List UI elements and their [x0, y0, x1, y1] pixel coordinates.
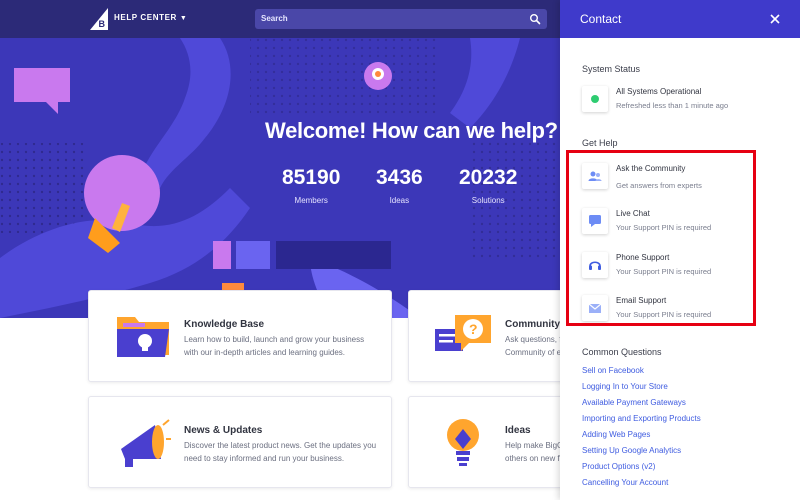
panel-title: Contact: [580, 12, 622, 26]
status-title: All Systems Operational: [616, 87, 702, 96]
system-status-heading: System Status: [582, 64, 641, 74]
stat-value: 85190: [282, 166, 341, 189]
highlight-box: [566, 150, 756, 326]
card-title: News & Updates: [184, 425, 263, 436]
help-center-label: HELP CENTER: [114, 13, 177, 22]
svg-text:?: ?: [469, 321, 478, 337]
card-desc-line: Learn how to build, launch and grow your…: [184, 335, 365, 344]
card-desc-line: Discover the latest product news. Get th…: [184, 441, 377, 450]
card-description: Learn how to build, launch and grow your…: [184, 333, 384, 359]
card-desc-line: Ask questions, fi: [505, 335, 564, 344]
stat-label: Members: [294, 196, 328, 205]
card-description: Ask questions, fi Community of ex: [505, 333, 565, 359]
card-title: Community: [505, 319, 560, 330]
bigcommerce-logo-icon[interactable]: B: [90, 8, 108, 30]
question-link[interactable]: Adding Web Pages: [582, 430, 650, 439]
stat-ideas: 3436 Ideas: [376, 166, 423, 205]
megaphone-icon: [121, 419, 171, 467]
stat-value: 3436: [376, 166, 423, 189]
card-description: Help make BigC others on new fe: [505, 439, 565, 465]
status-subtitle: Refreshed less than 1 minute ago: [616, 101, 729, 110]
question-chat-icon: ?: [435, 315, 491, 351]
caret-down-icon: ▼: [179, 15, 188, 22]
card-knowledge-base[interactable]: Knowledge Base Learn how to build, launc…: [88, 290, 392, 382]
question-link[interactable]: Available Payment Gateways: [582, 398, 686, 407]
question-link[interactable]: Cancelling Your Account: [582, 478, 668, 487]
get-help-heading: Get Help: [582, 138, 618, 148]
help-center-menu[interactable]: HELP CENTER ▼: [114, 13, 187, 22]
stat-solutions: 20232 Solutions: [459, 166, 517, 205]
top-nav-bar: B HELP CENTER ▼ Search: [0, 0, 560, 38]
card-title: Knowledge Base: [184, 319, 265, 330]
card-desc-line: with our in-depth articles and learning …: [184, 348, 345, 357]
stat-label: Ideas: [389, 196, 410, 205]
card-ideas[interactable]: Ideas Help make BigC others on new fe: [408, 396, 568, 488]
card-description: Discover the latest product news. Get th…: [184, 439, 389, 465]
stat-value: 20232: [459, 166, 518, 189]
card-desc-line: Help make BigC: [505, 441, 563, 450]
card-desc-line: others on new fe: [505, 454, 565, 463]
stat-members: 85190 Members: [282, 166, 340, 205]
status-dot-icon: [591, 95, 599, 103]
question-link[interactable]: Setting Up Google Analytics: [582, 446, 681, 455]
card-news-updates[interactable]: News & Updates Discover the latest produ…: [88, 396, 392, 488]
question-link[interactable]: Importing and Exporting Products: [582, 414, 701, 423]
stat-label: Solutions: [471, 196, 505, 205]
lightbulb-icon: [447, 419, 479, 466]
system-status-row: All Systems Operational Refreshed less t…: [582, 86, 782, 120]
search-input[interactable]: Search: [255, 9, 547, 29]
card-title: Ideas: [505, 425, 531, 436]
common-questions-heading: Common Questions: [582, 347, 662, 357]
card-desc-line: Community of ex: [505, 348, 566, 357]
search-placeholder: Search: [261, 14, 288, 23]
card-desc-line: need to stay informed and run your busin…: [184, 454, 345, 463]
svg-text:B: B: [99, 19, 106, 29]
close-icon[interactable]: [768, 12, 782, 26]
question-link[interactable]: Sell on Facebook: [582, 366, 644, 375]
question-link[interactable]: Product Options (v2): [582, 462, 655, 471]
contact-panel-header: Contact: [560, 0, 800, 38]
hero-title: Welcome! How can we help?: [265, 118, 558, 143]
card-community[interactable]: ? Community Ask questions, fi Community …: [408, 290, 568, 382]
question-link[interactable]: Logging In to Your Store: [582, 382, 668, 391]
folder-lightbulb-icon: [117, 317, 169, 357]
hero-banner: Welcome! How can we help? 85190 Members …: [0, 38, 560, 318]
search-icon[interactable]: [529, 13, 541, 25]
status-icon-box: [582, 86, 608, 112]
